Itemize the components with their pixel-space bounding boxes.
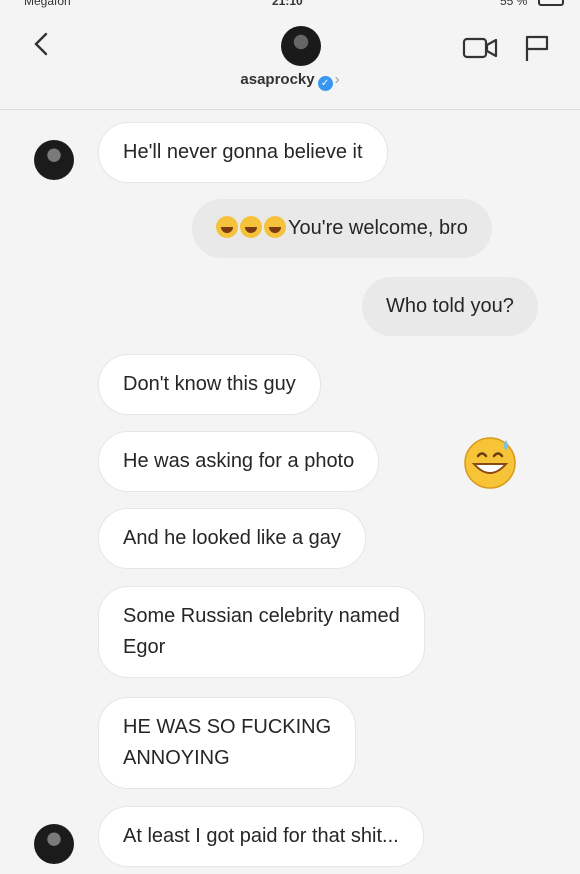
message-bubble[interactable]: Don't know this guy (98, 354, 321, 415)
message-text: Egor (123, 636, 166, 658)
message-text: He was asking for a photo (123, 450, 355, 472)
username[interactable]: asaprocky (240, 71, 314, 88)
message-bubble[interactable]: At least I got paid for that shit... (98, 806, 424, 867)
video-call-icon[interactable] (462, 36, 498, 60)
chevron-left-icon[interactable] (30, 32, 54, 56)
verified-badge-icon: ✓ (317, 76, 333, 91)
message-bubble[interactable]: Some Russian celebrity named Egor (98, 586, 425, 678)
avatar[interactable] (281, 26, 321, 66)
message-text: Who told you? (386, 295, 514, 317)
message-text: HE WAS SO FUCKING (123, 716, 332, 738)
message-text: He'll never gonna believe it (123, 141, 363, 163)
message-bubble[interactable]: HE WAS SO FUCKING ANNOYING (98, 697, 357, 789)
battery-icon (538, 0, 564, 6)
message-bubble[interactable]: He'll never gonna believe it (98, 122, 388, 183)
message-bubble[interactable]: Who told you? (362, 277, 538, 336)
message-bubble[interactable]: You're welcome, bro (192, 199, 492, 258)
flag-icon[interactable] (524, 34, 550, 62)
message-text: Some Russian celebrity named (123, 605, 400, 627)
laughing-emoji-icon (216, 216, 238, 238)
avatar[interactable] (34, 140, 74, 180)
status-bar: Megafon 21:10 55 % (0, 0, 580, 14)
laughing-emoji-icon (264, 216, 286, 238)
chevron-right-icon: › (334, 71, 340, 88)
grinning-sweat-emoji-icon (464, 437, 516, 489)
battery-percent: 55 % (500, 0, 528, 8)
message-bubble[interactable]: He was asking for a photo (98, 431, 380, 492)
avatar[interactable] (34, 824, 74, 864)
message-text: Don't know this guy (123, 373, 296, 395)
message-text: At least I got paid for that shit... (123, 825, 399, 847)
message-text: And he looked like a gay (123, 527, 341, 549)
username-row[interactable]: asaprocky ✓ › (0, 71, 580, 91)
laughing-emoji-icon (240, 216, 262, 238)
message-bubble[interactable]: And he looked like a gay (98, 508, 366, 569)
chat-header: asaprocky ✓ › (0, 14, 580, 110)
clock: 21:10 (272, 0, 303, 8)
message-text: ANNOYING (123, 747, 230, 769)
message-text: You're welcome, bro (288, 217, 468, 239)
carrier-label: Megafon (24, 0, 71, 8)
